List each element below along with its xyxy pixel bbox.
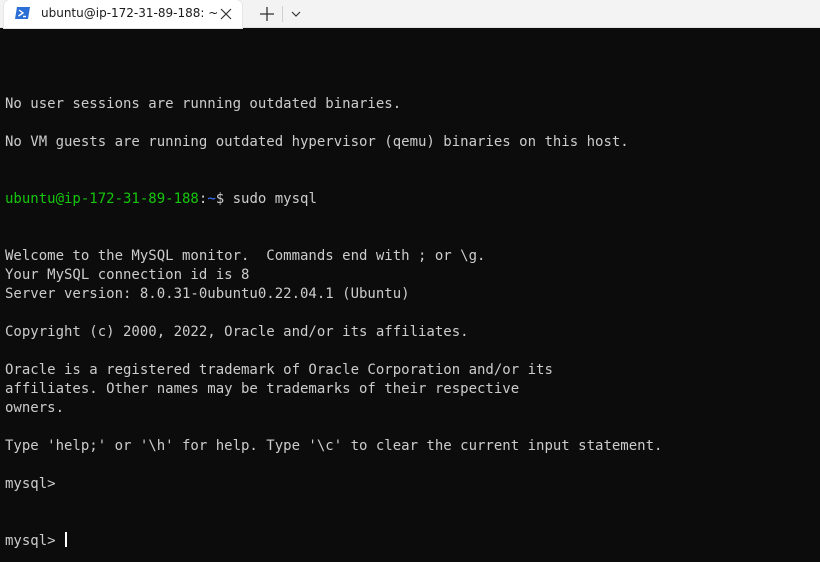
tab-bar: ubuntu@ip-172-31-89-188: ~ — [0, 0, 820, 28]
output-line: Welcome to the MySQL monitor. Commands e… — [5, 248, 486, 264]
new-tab-button[interactable] — [256, 3, 278, 25]
chevron-down-icon — [291, 11, 301, 17]
tab-title: ubuntu@ip-172-31-89-188: ~ — [41, 6, 219, 20]
prompt-path: ~ — [207, 191, 216, 207]
mysql-prompt: mysql> — [5, 533, 65, 549]
tab-divider — [282, 6, 283, 22]
output-line: Your MySQL connection id is 8 — [5, 267, 250, 283]
terminal-output[interactable]: No user sessions are running outdated bi… — [5, 38, 817, 558]
output-line: Server version: 8.0.31-0ubuntu0.22.04.1 … — [5, 286, 410, 302]
output-line: No user sessions are running outdated bi… — [5, 96, 402, 112]
powershell-icon — [15, 6, 31, 20]
prompt-command: sudo mysql — [232, 191, 317, 207]
text-cursor — [65, 532, 68, 547]
output-line: owners. — [5, 400, 65, 416]
output-line: Copyright (c) 2000, 2022, Oracle and/or … — [5, 324, 469, 340]
output-line: Oracle is a registered trademark of Orac… — [5, 362, 553, 378]
output-line: No VM guests are running outdated hyperv… — [5, 134, 629, 150]
output-line: mysql> — [5, 476, 65, 492]
shell-prompt-line: ubuntu@ip-172-31-89-188:~$ sudo mysql — [5, 190, 817, 209]
output-line: Type 'help;' or '\h' for help. Type '\c'… — [5, 438, 663, 454]
dropdown-button[interactable] — [287, 5, 305, 23]
close-icon[interactable] — [216, 4, 236, 24]
plus-icon — [260, 7, 274, 21]
mysql-input-line[interactable]: mysql> — [5, 532, 817, 551]
output-line: affiliates. Other names may be trademark… — [5, 381, 520, 397]
prompt-user-host: ubuntu@ip-172-31-89-188 — [5, 191, 199, 207]
prompt-symbol: $ — [215, 191, 233, 207]
tab-ubuntu-session[interactable]: ubuntu@ip-172-31-89-188: ~ — [4, 0, 242, 28]
terminal-window: ubuntu@ip-172-31-89-188: ~ No user sessi… — [0, 0, 820, 562]
